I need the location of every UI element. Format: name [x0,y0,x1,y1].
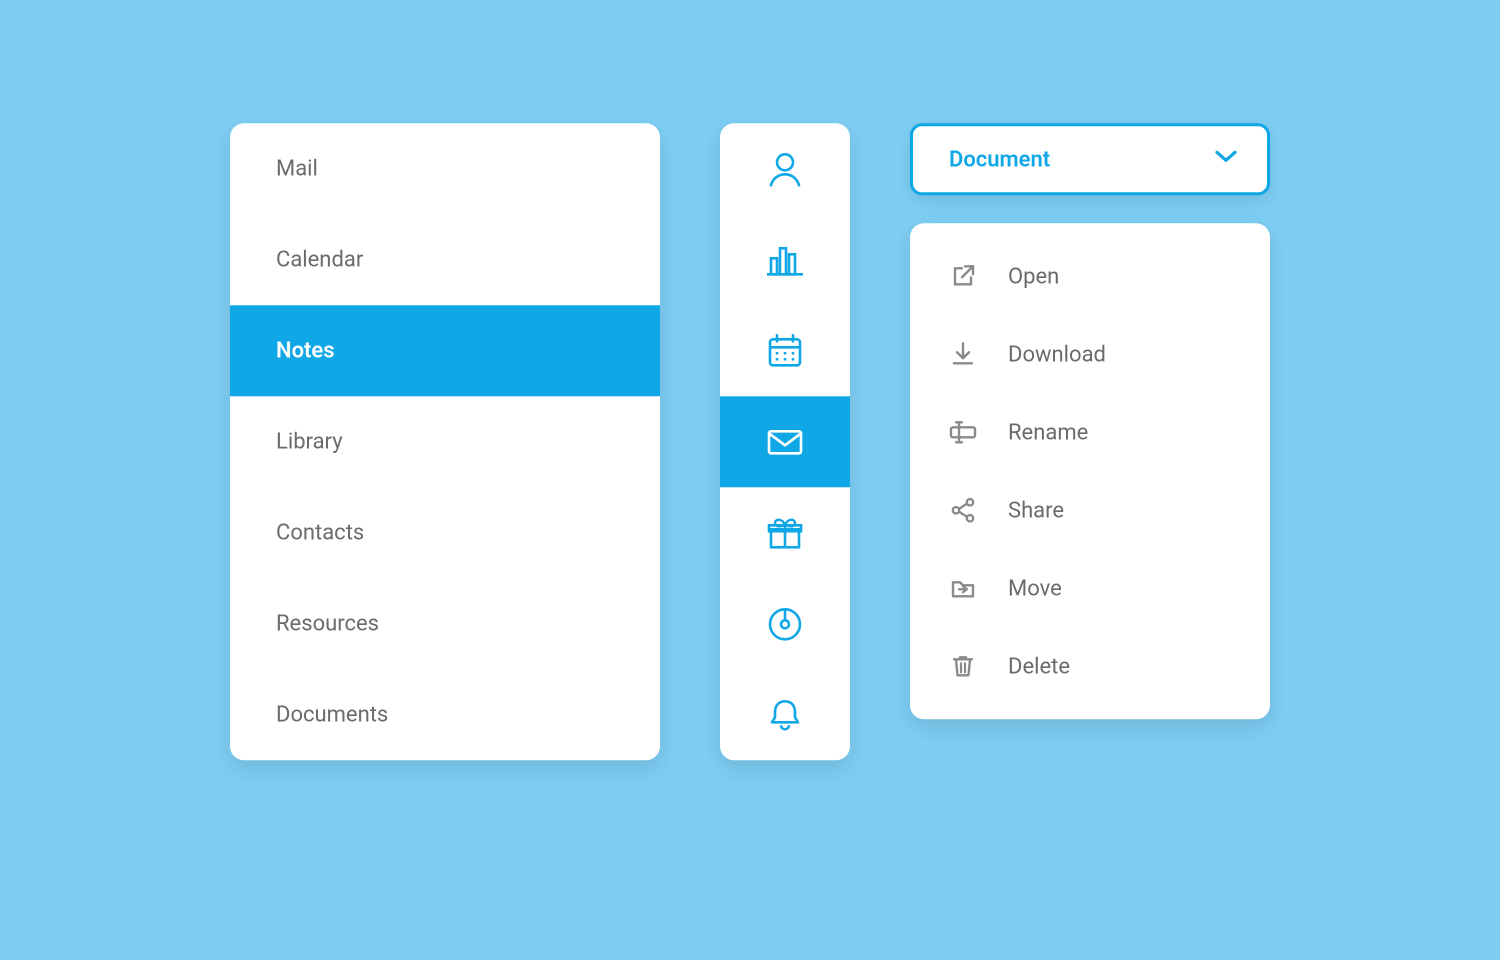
action-label: Delete [1008,654,1070,679]
menu-item-contacts[interactable]: Contacts [230,487,660,578]
disc-icon [765,604,805,644]
action-open[interactable]: Open [910,237,1270,315]
menu-item-resources[interactable]: Resources [230,578,660,669]
bell-icon [765,695,805,735]
rail-item-gift[interactable] [720,487,850,578]
mail-icon [764,421,806,463]
rail-item-calendar[interactable] [720,305,850,396]
menu-item-label: Calendar [276,247,363,272]
calendar-icon [765,331,805,371]
gift-icon [765,513,805,553]
menu-item-label: Mail [276,156,318,181]
download-icon [946,340,980,368]
action-delete[interactable]: Delete [910,627,1270,705]
menu-item-mail[interactable]: Mail [230,123,660,214]
bar-chart-icon [765,240,805,280]
chevron-down-icon [1213,143,1239,175]
action-label: Rename [1008,420,1088,445]
menu-item-calendar[interactable]: Calendar [230,214,660,305]
action-download[interactable]: Download [910,315,1270,393]
menu-item-notes[interactable]: Notes [230,305,660,396]
dropdown-selected-label: Document [949,147,1050,172]
action-label: Share [1008,498,1064,523]
menu-item-label: Library [276,429,343,454]
menu-item-label: Contacts [276,520,364,545]
action-menu: Open Download [910,223,1270,719]
action-label: Open [1008,264,1059,289]
rename-icon [946,418,980,446]
menu-item-library[interactable]: Library [230,396,660,487]
rail-item-disc[interactable] [720,578,850,669]
menu-item-label: Resources [276,611,379,636]
action-rename[interactable]: Rename [910,393,1270,471]
action-move[interactable]: Move [910,549,1270,627]
move-icon [946,574,980,602]
right-column: Document Open [910,123,1270,719]
menu-item-label: Documents [276,702,388,727]
open-icon [946,262,980,290]
delete-icon [946,652,980,680]
icon-rail [720,123,850,760]
user-icon [765,149,805,189]
action-label: Download [1008,342,1106,367]
rail-item-bell[interactable] [720,669,850,760]
action-label: Move [1008,576,1062,601]
share-icon [946,496,980,524]
menu-item-documents[interactable]: Documents [230,669,660,760]
document-dropdown[interactable]: Document [910,123,1270,195]
menu-item-label: Notes [276,338,335,363]
rail-item-chart[interactable] [720,214,850,305]
rail-item-user[interactable] [720,123,850,214]
rail-item-mail[interactable] [720,396,850,487]
nav-menu: Mail Calendar Notes Library Contacts Res… [230,123,660,760]
action-share[interactable]: Share [910,471,1270,549]
